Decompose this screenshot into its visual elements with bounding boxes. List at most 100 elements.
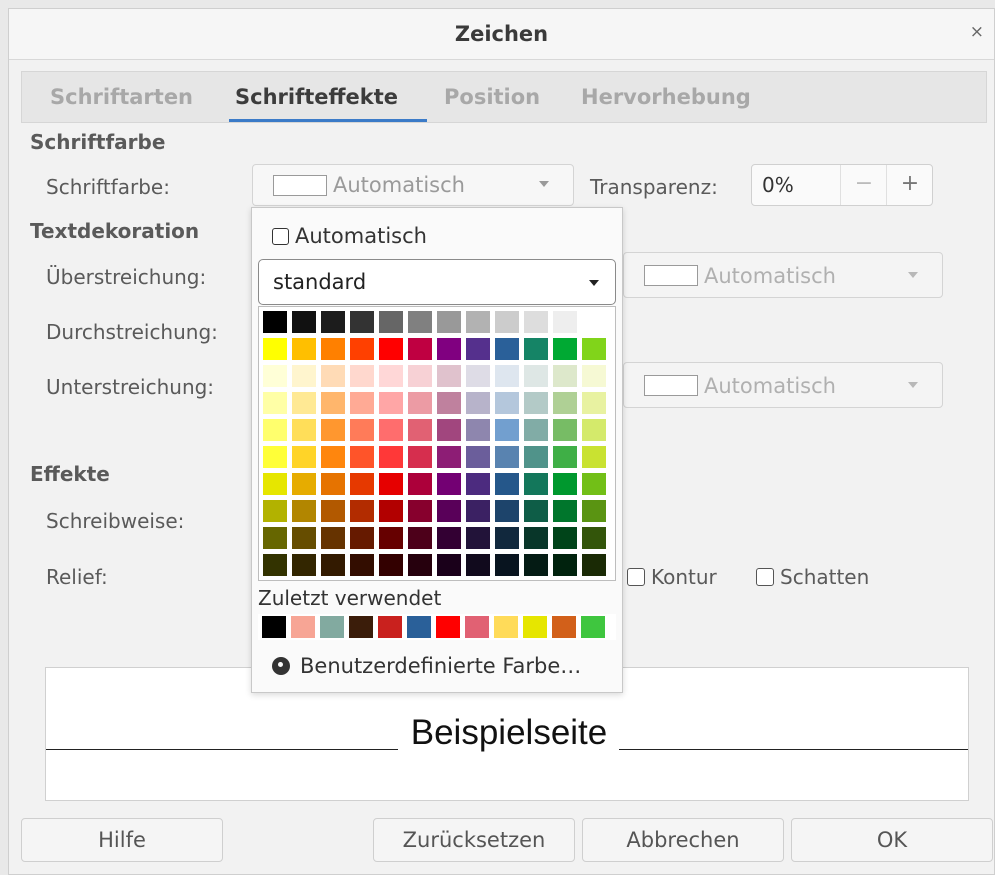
transparency-value[interactable]: 0% xyxy=(762,173,794,197)
color-swatch[interactable] xyxy=(466,446,490,468)
color-swatch[interactable] xyxy=(437,500,461,522)
color-swatch[interactable] xyxy=(408,419,432,441)
color-swatch[interactable] xyxy=(582,446,606,468)
color-swatch[interactable] xyxy=(263,500,287,522)
tab-schriftarten[interactable]: Schriftarten xyxy=(50,85,193,109)
color-swatch[interactable] xyxy=(321,527,345,549)
color-swatch[interactable] xyxy=(379,311,403,333)
transparency-spinbox[interactable]: 0% − + xyxy=(751,164,933,206)
color-swatch[interactable] xyxy=(466,419,490,441)
color-swatch[interactable] xyxy=(263,365,287,387)
color-swatch[interactable] xyxy=(437,338,461,360)
color-swatch[interactable] xyxy=(437,473,461,495)
overline-color-dropdown[interactable]: Automatisch xyxy=(623,252,943,298)
color-swatch[interactable] xyxy=(408,311,432,333)
color-swatch[interactable] xyxy=(437,527,461,549)
color-swatch[interactable] xyxy=(321,392,345,414)
color-swatch[interactable] xyxy=(350,338,374,360)
color-swatch[interactable] xyxy=(582,419,606,441)
tab-hervorhebung[interactable]: Hervorhebung xyxy=(581,85,751,109)
color-swatch[interactable] xyxy=(524,527,548,549)
color-swatch[interactable] xyxy=(263,527,287,549)
color-swatch[interactable] xyxy=(437,446,461,468)
underline-color-dropdown[interactable]: Automatisch xyxy=(623,362,943,408)
close-icon[interactable]: × xyxy=(970,22,984,42)
color-swatch[interactable] xyxy=(495,365,519,387)
color-swatch[interactable] xyxy=(292,500,316,522)
cancel-button[interactable]: Abbrechen xyxy=(582,818,784,862)
custom-color-button[interactable]: Benutzerdefinierte Farbe… xyxy=(272,654,581,678)
recent-color-swatch[interactable] xyxy=(262,616,286,638)
color-swatch[interactable] xyxy=(321,473,345,495)
color-swatch[interactable] xyxy=(292,446,316,468)
color-swatch[interactable] xyxy=(408,338,432,360)
color-swatch[interactable] xyxy=(408,392,432,414)
color-swatch[interactable] xyxy=(582,392,606,414)
palette-dropdown[interactable]: standard xyxy=(258,259,616,305)
color-swatch[interactable] xyxy=(408,365,432,387)
recent-color-swatch[interactable] xyxy=(349,616,373,638)
recent-color-swatch[interactable] xyxy=(291,616,315,638)
tab-schrifteffekte[interactable]: Schrifteffekte xyxy=(235,85,398,109)
color-swatch[interactable] xyxy=(582,311,606,333)
color-swatch[interactable] xyxy=(495,473,519,495)
color-swatch[interactable] xyxy=(553,446,577,468)
color-swatch[interactable] xyxy=(292,473,316,495)
color-swatch[interactable] xyxy=(350,473,374,495)
checkbox-box[interactable] xyxy=(272,228,289,245)
color-swatch[interactable] xyxy=(524,446,548,468)
color-swatch[interactable] xyxy=(408,527,432,549)
color-swatch[interactable] xyxy=(495,500,519,522)
color-swatch[interactable] xyxy=(292,392,316,414)
color-swatch[interactable] xyxy=(495,338,519,360)
color-swatch[interactable] xyxy=(321,419,345,441)
color-swatch[interactable] xyxy=(321,365,345,387)
color-swatch[interactable] xyxy=(466,365,490,387)
help-button[interactable]: Hilfe xyxy=(21,818,223,862)
color-swatch[interactable] xyxy=(466,554,490,576)
recent-color-swatch[interactable] xyxy=(552,616,576,638)
color-swatch[interactable] xyxy=(379,419,403,441)
color-swatch[interactable] xyxy=(379,338,403,360)
color-swatch[interactable] xyxy=(553,311,577,333)
color-swatch[interactable] xyxy=(466,392,490,414)
color-swatch[interactable] xyxy=(321,338,345,360)
color-swatch[interactable] xyxy=(524,473,548,495)
checkbox-box[interactable] xyxy=(627,568,645,586)
outline-checkbox[interactable]: Kontur xyxy=(627,565,717,589)
color-swatch[interactable] xyxy=(553,392,577,414)
recent-color-swatch[interactable] xyxy=(465,616,489,638)
automatic-color-checkbox[interactable]: Automatisch xyxy=(272,224,427,248)
color-swatch[interactable] xyxy=(553,500,577,522)
color-swatch[interactable] xyxy=(263,473,287,495)
color-swatch[interactable] xyxy=(524,500,548,522)
color-swatch[interactable] xyxy=(263,311,287,333)
color-swatch[interactable] xyxy=(495,527,519,549)
increment-button[interactable]: + xyxy=(886,165,933,205)
color-swatch[interactable] xyxy=(263,419,287,441)
color-swatch[interactable] xyxy=(292,419,316,441)
color-swatch[interactable] xyxy=(495,392,519,414)
color-swatch[interactable] xyxy=(524,338,548,360)
color-swatch[interactable] xyxy=(350,554,374,576)
recent-color-swatch[interactable] xyxy=(436,616,460,638)
color-swatch[interactable] xyxy=(582,500,606,522)
color-swatch[interactable] xyxy=(321,500,345,522)
color-swatch[interactable] xyxy=(263,392,287,414)
color-swatch[interactable] xyxy=(582,473,606,495)
color-swatch[interactable] xyxy=(553,365,577,387)
color-swatch[interactable] xyxy=(524,365,548,387)
color-swatch[interactable] xyxy=(263,446,287,468)
color-swatch[interactable] xyxy=(350,419,374,441)
color-swatch[interactable] xyxy=(350,365,374,387)
color-swatch[interactable] xyxy=(292,554,316,576)
color-swatch[interactable] xyxy=(350,446,374,468)
color-swatch[interactable] xyxy=(466,473,490,495)
color-swatch[interactable] xyxy=(553,554,577,576)
color-swatch[interactable] xyxy=(350,311,374,333)
color-swatch[interactable] xyxy=(553,473,577,495)
color-swatch[interactable] xyxy=(408,446,432,468)
color-swatch[interactable] xyxy=(350,527,374,549)
recent-color-swatch[interactable] xyxy=(581,616,605,638)
color-swatch[interactable] xyxy=(263,554,287,576)
